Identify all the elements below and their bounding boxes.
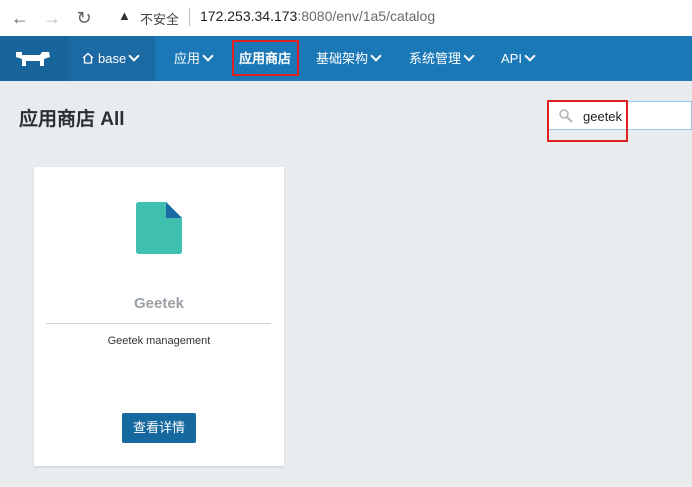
nav-apps-label: 应用 <box>174 51 201 66</box>
home-icon <box>82 52 94 64</box>
card-description: Geetek management <box>107 335 211 347</box>
env-label: base <box>98 51 127 66</box>
nav-api[interactable]: API <box>501 36 536 81</box>
nav-admin[interactable]: 系统管理 <box>409 36 475 81</box>
address-bar[interactable]: 172.253.34.173:8080/env/1a5/catalog <box>200 8 435 24</box>
chevron-down-icon <box>202 50 214 62</box>
nav-apps[interactable]: 应用 <box>174 36 214 81</box>
chevron-down-icon <box>524 50 536 62</box>
file-icon <box>136 202 182 254</box>
warning-icon[interactable]: ▲ <box>118 8 131 23</box>
view-details-button[interactable]: 查看详情 <box>122 413 196 443</box>
nav-infrastructure-label: 基础架构 <box>316 51 369 66</box>
chevron-down-icon <box>128 50 140 62</box>
search-highlight-box <box>547 100 628 142</box>
chevron-down-icon <box>370 50 382 62</box>
logo-home-link[interactable] <box>0 36 68 81</box>
card-divider <box>46 323 271 324</box>
reload-icon[interactable]: ↻ <box>72 6 96 30</box>
address-divider <box>189 8 190 26</box>
url-host: 172.253.34.173 <box>200 8 298 24</box>
env-item[interactable]: base <box>82 36 140 81</box>
nav-api-label: API <box>501 51 522 66</box>
insecure-label[interactable]: 不安全 <box>140 9 179 28</box>
chevron-down-icon <box>463 50 475 62</box>
top-navigation: base 应用 应用商店 基础架构 系统管理 API <box>0 36 692 81</box>
browser-toolbar: ← → ↻ ▲ 不安全 172.253.34.173:8080/env/1a5/… <box>0 0 692 37</box>
nav-admin-label: 系统管理 <box>409 51 462 66</box>
nav-infrastructure[interactable]: 基础架构 <box>316 36 382 81</box>
forward-arrow-icon[interactable]: → <box>40 6 64 30</box>
environment-switcher[interactable]: base <box>68 36 155 81</box>
card-title: Geetek <box>133 295 185 312</box>
back-arrow-icon[interactable]: ← <box>8 6 32 30</box>
url-path: :8080/env/1a5/catalog <box>297 8 436 24</box>
rancher-logo-icon <box>16 52 50 66</box>
catalog-highlight-box <box>232 40 299 76</box>
page-title: 应用商店 All <box>19 109 125 130</box>
catalog-card[interactable]: Geetek Geetek management 查看详情 <box>34 167 284 466</box>
